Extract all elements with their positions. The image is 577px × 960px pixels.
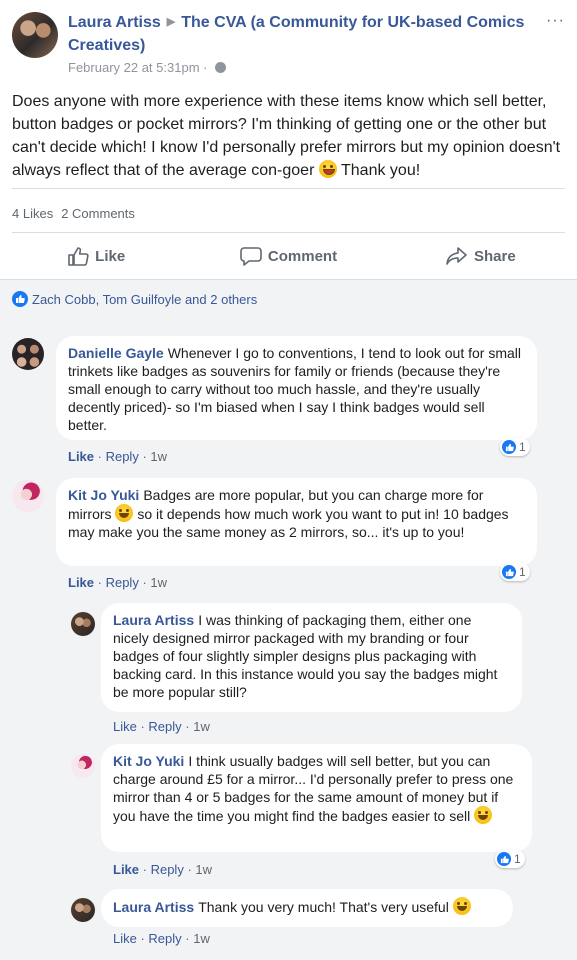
comment-reply-link[interactable]: Reply [106,449,139,464]
comment-text-end: so it depends how much work you want to … [68,506,509,540]
reactions-names: Zach Cobb, Tom Guilfoyle and 2 others [32,291,258,307]
likes-count[interactable]: 4 Likes [12,206,53,221]
post-author-link[interactable]: Laura Artiss [68,14,161,31]
like-label: Like [95,247,126,265]
comment-reply-link[interactable]: Reply [106,575,139,590]
post-timestamp-row: February 22 at 5:31pm · [68,60,528,75]
post-text: Does anyone with more experience with th… [12,93,561,179]
comment-actions: Like · Reply · 1w [68,449,168,464]
comment-like-link[interactable]: Like [68,575,94,590]
comment-button[interactable]: Comment [192,236,384,276]
comment-like-link[interactable]: Like [113,719,137,734]
post-timestamp[interactable]: February 22 at 5:31pm [68,60,200,75]
author-avatar[interactable] [12,12,58,58]
reactions-summary[interactable]: Zach Cobb, Tom Guilfoyle and 2 others [12,291,257,307]
comment-time[interactable]: 1w [195,862,212,877]
grin-emoji-icon [452,897,471,915]
comment-icon [240,247,262,266]
comment-like-link[interactable]: Like [113,931,137,946]
comment-text: Thank you very much! That's very useful [198,899,453,915]
action-bar: Like Comment Share [0,236,577,276]
thumbs-up-icon [68,247,89,266]
comment-like-count[interactable]: 1 [495,850,525,868]
tongue-emoji-icon [318,160,337,178]
post-stats: 4 Likes 2 Comments [12,206,143,221]
comment-like-count[interactable]: 1 [500,438,530,456]
share-button[interactable]: Share [385,236,577,276]
commenter-avatar[interactable] [12,338,44,370]
divider [0,279,577,280]
comment-author[interactable]: Kit Jo Yuki [68,487,139,503]
post-header: Laura Artiss ▶ The CVA (a Community for UK… [68,12,528,75]
comment-bubble: Kit Jo Yuki Badges are more popular, but … [56,478,537,566]
comment-reply-link[interactable]: Reply [148,931,181,946]
reply-bubble: Laura Artiss Thank you very much! That's … [101,889,513,927]
like-count-value: 1 [519,440,526,454]
smile-emoji-icon [115,504,134,522]
divider [12,232,565,233]
commenter-avatar[interactable] [71,898,95,922]
like-reaction-icon [502,565,516,579]
share-label: Share [473,247,516,265]
globe-icon [215,62,227,73]
post-text-end: Thank you! [336,162,421,179]
comment-actions: Like · Reply · 1w [68,575,168,590]
comment-bubble: Danielle Gayle Whenever I go to conventio… [56,336,537,440]
comment-actions: Like · Reply · 1w [113,719,210,734]
comment-author[interactable]: Danielle Gayle [68,345,164,361]
comments-count[interactable]: 2 Comments [61,206,135,221]
comment-like-link[interactable]: Like [68,449,94,464]
comment-author[interactable]: Laura Artiss [113,612,194,628]
like-reaction-icon [502,440,516,454]
arrow-right-icon: ▶ [166,16,176,28]
divider [12,188,565,189]
more-options-icon[interactable]: ··· [546,12,565,30]
comment-time[interactable]: 1w [150,449,167,464]
reply-bubble: Laura Artiss I was thinking of packaging … [101,603,522,712]
comment-label: Comment [267,247,338,265]
post-title-line: Laura Artiss ▶ The CVA (a Community for UK… [68,12,528,56]
comment-time[interactable]: 1w [193,719,210,734]
like-button[interactable]: Like [0,236,192,276]
commenter-avatar[interactable] [12,480,44,512]
reply-bubble: Kit Jo Yuki I think usually badges will s… [101,744,532,852]
comment-like-link[interactable]: Like [113,862,139,877]
comment-time[interactable]: 1w [193,931,210,946]
comment-author[interactable]: Kit Jo Yuki [113,753,184,769]
like-reaction-icon [497,852,511,866]
comment-reply-link[interactable]: Reply [151,862,184,877]
smile-emoji-icon [474,806,493,824]
like-count-value: 1 [519,565,526,579]
like-count-value: 1 [514,852,521,866]
comment-actions: Like · Reply · 1w [113,862,213,877]
comment-like-count[interactable]: 1 [500,563,530,581]
post-card: Laura Artiss ▶ The CVA (a Community for UK… [0,0,577,279]
comment-actions: Like · Reply · 1w [113,931,210,946]
commenter-avatar[interactable] [71,754,95,778]
comment-time[interactable]: 1w [150,575,167,590]
comment-reply-link[interactable]: Reply [148,719,181,734]
comment-author[interactable]: Laura Artiss [113,899,194,915]
like-reaction-icon [12,291,28,307]
post-body: Does anyone with more experience with th… [12,90,565,182]
commenter-avatar[interactable] [71,612,95,636]
share-icon [446,247,467,265]
